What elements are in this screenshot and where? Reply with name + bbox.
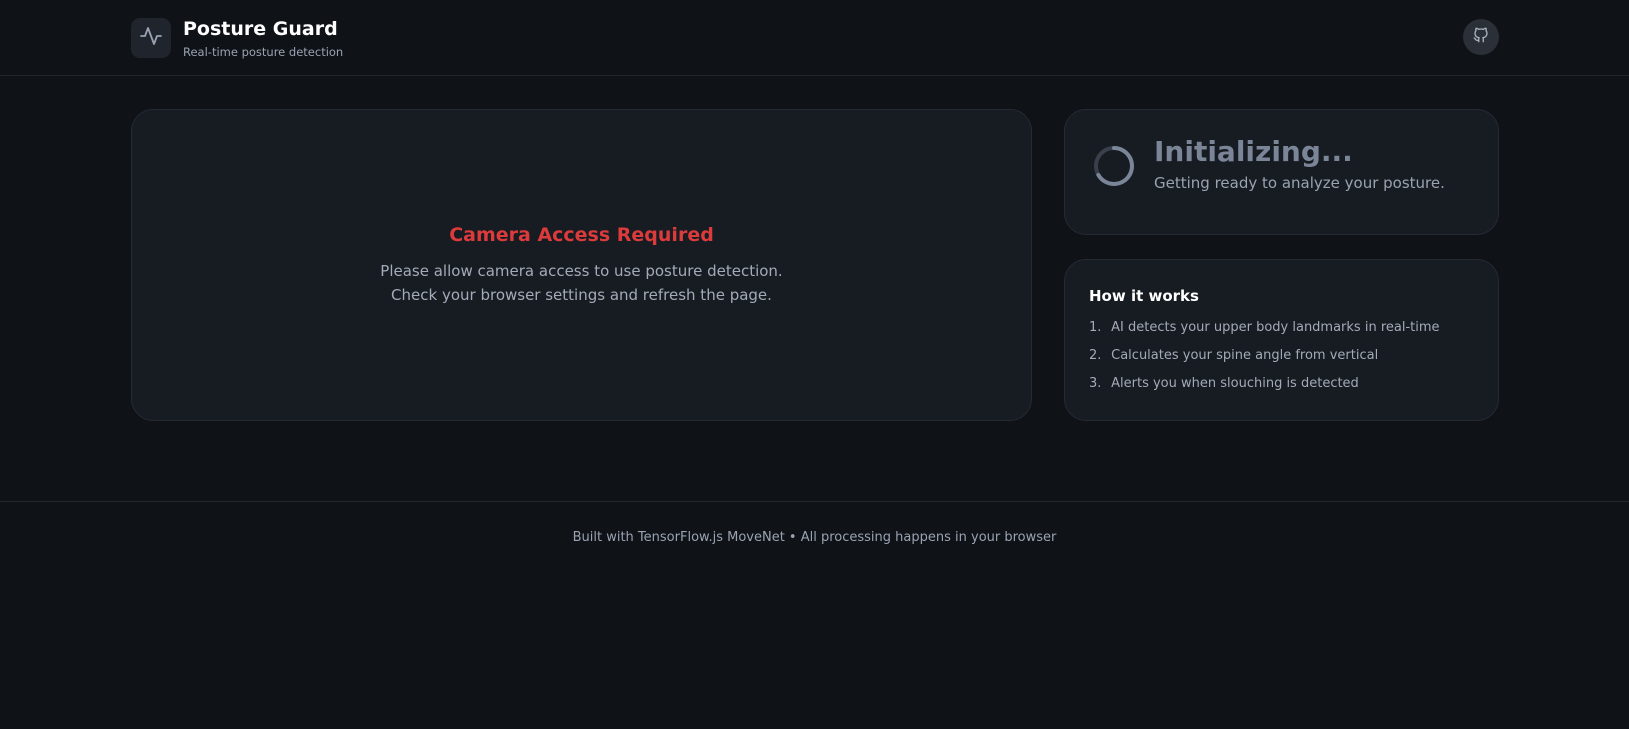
list-item: 1. AI detects your upper body landmarks …: [1089, 320, 1440, 348]
status-panel: Initializing... Getting ready to analyze…: [1064, 109, 1499, 235]
app-subtitle: Real-time posture detection: [183, 45, 344, 59]
activity-pulse-icon: [139, 24, 163, 52]
how-it-works-list: 1. AI detects your upper body landmarks …: [1089, 320, 1440, 404]
app-title: Posture Guard: [183, 18, 338, 40]
app-header: Posture Guard Real-time posture detectio…: [0, 0, 1629, 76]
camera-error-message: Please allow camera access to use postur…: [380, 262, 783, 280]
step-text: Calculates your spine angle from vertica…: [1111, 348, 1379, 363]
step-number: 2.: [1089, 348, 1102, 363]
how-it-works-title: How it works: [1089, 287, 1199, 305]
step-number: 3.: [1089, 376, 1102, 391]
loading-spinner-icon: [1092, 144, 1136, 188]
status-title: Initializing...: [1154, 135, 1353, 168]
list-item: 3. Alerts you when slouching is detected: [1089, 376, 1440, 404]
github-link-button[interactable]: [1463, 19, 1499, 55]
page-footer: Built with TensorFlow.js MoveNet • All p…: [0, 501, 1629, 545]
footer-text: Built with TensorFlow.js MoveNet • All p…: [572, 530, 1057, 545]
step-text: AI detects your upper body landmarks in …: [1111, 320, 1440, 335]
camera-error-title: Camera Access Required: [449, 224, 714, 246]
app-logo: [131, 18, 171, 58]
step-text: Alerts you when slouching is detected: [1111, 376, 1359, 391]
status-text: Getting ready to analyze your posture.: [1154, 174, 1445, 192]
camera-panel: Camera Access Required Please allow came…: [131, 109, 1032, 421]
github-icon: [1472, 26, 1490, 48]
list-item: 2. Calculates your spine angle from vert…: [1089, 348, 1440, 376]
step-number: 1.: [1089, 320, 1102, 335]
camera-error-hint: Check your browser settings and refresh …: [391, 286, 772, 304]
how-it-works-panel: How it works 1. AI detects your upper bo…: [1064, 259, 1499, 421]
